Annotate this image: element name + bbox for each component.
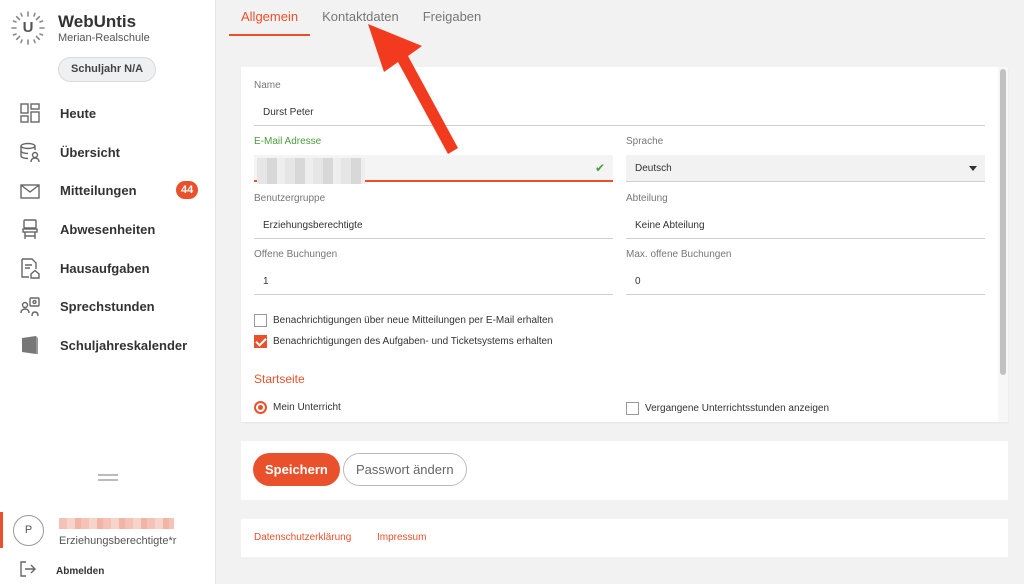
nav-item-mitteilungen[interactable]: Mitteilungen 44: [0, 171, 216, 210]
nav-label: Übersicht: [60, 144, 120, 160]
user-group-label: Benutzergruppe: [254, 193, 326, 204]
past-lessons-option[interactable]: Vergangene Unterrichtsstunden anzeigen: [626, 402, 829, 415]
user-name-redacted: [59, 518, 174, 529]
school-year-button[interactable]: Schuljahr N/A: [58, 57, 157, 82]
notify-messages-checkbox[interactable]: [254, 314, 267, 327]
sidebar: U WebUntis Merian-Realschule Schuljahr N…: [0, 0, 216, 584]
nav-label: Heute: [60, 105, 97, 121]
language-select[interactable]: Deutsch: [626, 155, 985, 182]
change-password-button[interactable]: Passwort ändern: [343, 453, 467, 486]
language-field: Sprache Deutsch: [626, 136, 985, 182]
nav-item-sprechstunden[interactable]: Sprechstunden: [0, 287, 216, 326]
chair-icon: [19, 218, 41, 240]
mail-icon: [19, 180, 41, 202]
webuntis-logo-icon: U: [10, 10, 46, 46]
save-button[interactable]: Speichern: [253, 453, 340, 486]
nav-label: Sprechstunden: [60, 299, 155, 315]
logout-icon: [19, 561, 37, 582]
open-bookings-label: Offene Buchungen: [254, 249, 338, 260]
nav-item-hausaufgaben[interactable]: Hausaufgaben: [0, 249, 216, 288]
department-label: Abteilung: [626, 193, 668, 204]
logout-label: Abmelden: [56, 566, 105, 577]
actions-card: Speichern Passwort ändern: [241, 441, 1008, 500]
school-name: Merian-Realschule: [58, 31, 150, 44]
max-open-bookings-input[interactable]: 0: [626, 268, 985, 295]
nav-label: Mitteilungen: [60, 183, 137, 199]
nav-label: Schuljahreskalender: [60, 337, 188, 353]
department-input[interactable]: Keine Abteilung: [626, 212, 985, 239]
open-bookings-input[interactable]: 1: [254, 268, 613, 295]
past-lessons-checkbox[interactable]: [626, 402, 639, 415]
main-nav: Heute Übersicht Mitteilungen 44 Abwesenh…: [0, 94, 216, 365]
imprint-link[interactable]: Impressum: [377, 532, 426, 543]
homework-icon: [19, 257, 41, 279]
user-group-field: Benutzergruppe Erziehungsberechtigte: [254, 193, 613, 239]
email-value-redacted: [257, 158, 365, 184]
user-profile[interactable]: P Erziehungsberechtigte*r: [0, 512, 216, 552]
nav-item-schuljahreskalender[interactable]: Schuljahreskalender: [0, 326, 216, 365]
language-label: Sprache: [626, 136, 664, 147]
max-open-bookings-label: Max. offene Buchungen: [626, 249, 732, 260]
database-user-icon: [19, 141, 41, 163]
notify-tasks-checkbox[interactable]: [254, 335, 267, 348]
app-title: WebUntis: [58, 11, 137, 31]
dashboard-icon: [19, 102, 41, 124]
nav-item-abwesenheiten[interactable]: Abwesenheiten: [0, 210, 216, 249]
annotation-arrow-icon: [368, 24, 458, 154]
logo-letter: U: [22, 19, 34, 36]
nav-label: Abwesenheiten: [60, 221, 156, 237]
user-group-input[interactable]: Erziehungsberechtigte: [254, 212, 613, 239]
open-bookings-field: Offene Buchungen 1: [254, 249, 613, 295]
start-page-heading: Startseite: [254, 372, 305, 386]
form-scrollbar[interactable]: [998, 67, 1008, 422]
notify-tasks-option[interactable]: Benachrichtigungen des Aufgaben- und Tic…: [254, 335, 553, 348]
tab-allgemein[interactable]: Allgemein: [229, 0, 311, 36]
start-page-radio[interactable]: [254, 401, 267, 414]
sidebar-resize-handle[interactable]: [98, 474, 118, 482]
nav-item-uebersicht[interactable]: Übersicht: [0, 133, 216, 172]
footer: Datenschutzerklärung Impressum: [241, 519, 1008, 557]
avatar: P: [13, 515, 44, 546]
nav-item-heute[interactable]: Heute: [0, 94, 216, 133]
nav-label: Hausaufgaben: [60, 260, 150, 276]
logout-button[interactable]: Abmelden: [19, 561, 104, 582]
past-lessons-label: Vergangene Unterrichtsstunden anzeigen: [645, 403, 830, 414]
start-page-option-label: Mein Unterricht: [273, 402, 341, 413]
notify-messages-label: Benachrichtigungen über neue Mitteilunge…: [273, 315, 554, 326]
user-role: Erziehungsberechtigte*r: [59, 535, 177, 547]
consultation-icon: [19, 296, 41, 318]
notify-messages-option[interactable]: Benachrichtigungen über neue Mitteilunge…: [254, 314, 553, 327]
caret-down-icon: [969, 166, 977, 171]
department-field: Abteilung Keine Abteilung: [626, 193, 985, 239]
valid-check-icon: ✔: [594, 161, 605, 175]
start-page-option[interactable]: Mein Unterricht: [254, 401, 341, 414]
notify-tasks-label: Benachrichtigungen des Aufgaben- und Tic…: [273, 336, 553, 347]
scrollbar-thumb[interactable]: [1000, 69, 1006, 375]
brand[interactable]: U WebUntis Merian-Realschule: [10, 10, 150, 46]
max-open-bookings-field: Max. offene Buchungen 0: [626, 249, 985, 295]
unread-count-badge: 44: [176, 181, 199, 200]
privacy-link[interactable]: Datenschutzerklärung: [254, 532, 351, 543]
language-value: Deutsch: [635, 163, 672, 174]
calendar-book-icon: [19, 334, 41, 356]
